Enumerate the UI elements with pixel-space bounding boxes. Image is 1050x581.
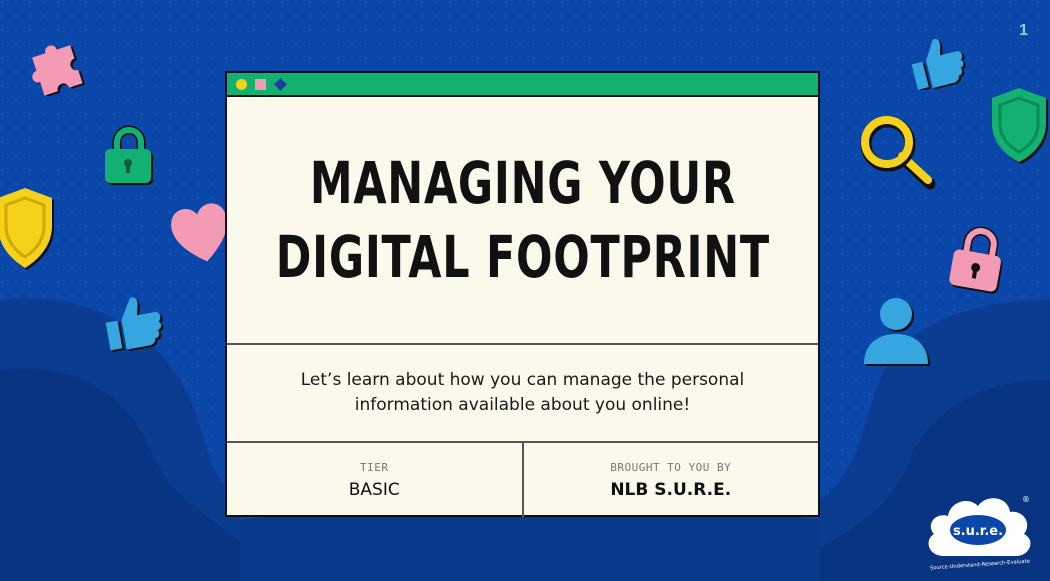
logo-tagline: Source-Understand-Research-Evaluate — [930, 559, 1030, 572]
thumbs-up-icon — [105, 297, 164, 352]
brought-by-value: NLB S.U.R.E. — [610, 479, 732, 500]
user-icon — [864, 298, 930, 366]
slide-number: 1 — [1019, 22, 1028, 39]
brought-by-cell: BROUGHT TO YOU BY NLB S.U.R.E. — [521, 443, 819, 517]
shield-icon — [0, 188, 54, 270]
lock-icon — [105, 125, 153, 185]
title-line-1: MANAGING YOUR — [309, 148, 736, 217]
logo-wordmark: s.u.r.e. — [953, 524, 1003, 539]
diamond-icon — [274, 77, 287, 91]
magnifier-icon — [860, 116, 936, 190]
tier-cell: TIER BASIC — [227, 443, 522, 517]
tier-label: TIER — [360, 460, 389, 474]
shield-icon — [992, 88, 1048, 164]
subtitle: Let’s learn about how you can manage the… — [300, 369, 745, 416]
logo-registered: ® — [1022, 495, 1030, 504]
title-card: MANAGING YOUR DIGITAL FOOTPRINT Let’s le… — [225, 71, 820, 517]
thumbs-up-icon — [911, 39, 966, 90]
brought-by-label: BROUGHT TO YOU BY — [610, 460, 732, 474]
title-line-2: DIGITAL FOOTPRINT — [275, 223, 770, 291]
sure-logo: s.u.r.e. Source-Understand-Research-Eval… — [928, 495, 1031, 572]
circle-icon — [236, 78, 247, 90]
card-titlebar — [227, 73, 818, 97]
square-icon — [255, 78, 266, 90]
title-area: MANAGING YOUR DIGITAL FOOTPRINT — [227, 97, 818, 345]
page-title: MANAGING YOUR DIGITAL FOOTPRINT — [275, 146, 769, 294]
tier-value: BASIC — [348, 479, 400, 500]
lock-icon — [949, 226, 1003, 294]
info-row: TIER BASIC BROUGHT TO YOU BY NLB S.U.R.E… — [227, 443, 818, 517]
subtitle-area: Let’s learn about how you can manage the… — [227, 345, 818, 443]
puzzle-icon — [32, 45, 86, 96]
heart-icon — [171, 203, 228, 262]
